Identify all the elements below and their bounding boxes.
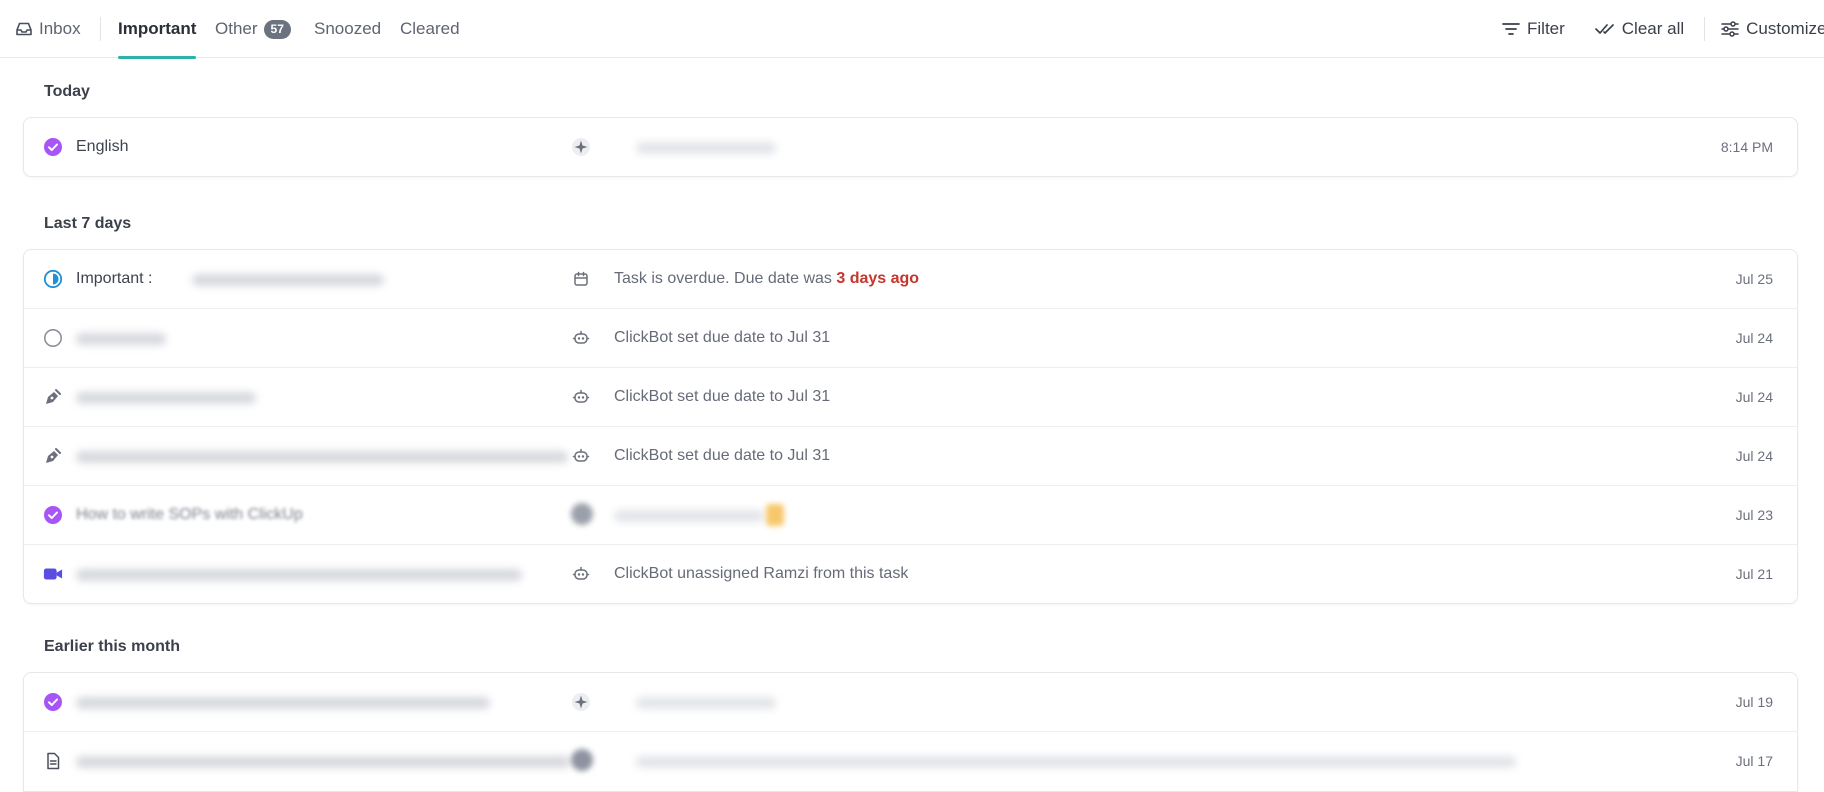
notification-date: Jul 17 xyxy=(1735,753,1773,769)
tab-important[interactable]: Important xyxy=(118,0,197,59)
redacted-title xyxy=(76,333,166,345)
notification-date: 8:14 PM xyxy=(1720,139,1773,155)
tab-other-label: Other xyxy=(215,19,258,38)
tab-snoozed-label: Snoozed xyxy=(314,19,382,38)
tab-inbox-label: Inbox xyxy=(39,19,81,38)
notification-date: Jul 19 xyxy=(1735,694,1773,710)
overdue-highlight: 3 days ago xyxy=(836,270,920,287)
task-title: Important : xyxy=(76,270,153,287)
robot-icon xyxy=(572,389,590,403)
tab-important-label: Important xyxy=(118,19,197,38)
activity-text: ClickBot set due date to Jul 31 xyxy=(614,447,831,464)
empty-circle-icon xyxy=(44,329,62,347)
section-title-today: Today xyxy=(44,83,90,100)
emoji xyxy=(766,504,784,526)
double-check-icon xyxy=(1594,24,1614,34)
notification-row[interactable]: ClickBot set due date to Jul 31 Jul 24 xyxy=(24,309,1797,368)
toolbar-actions: Filter Clear all Customize xyxy=(1502,0,1824,58)
sparkle-icon xyxy=(572,138,590,156)
inbox-toolbar: Inbox Important Other 57 Snoozed Cleared… xyxy=(0,0,1824,59)
notification-list-today: English 8:14 PM xyxy=(23,117,1798,177)
section-title-last-7-days: Last 7 days xyxy=(44,215,132,232)
pen-icon xyxy=(46,389,61,404)
notification-row[interactable]: Important : Task is overdue. Due date wa… xyxy=(24,250,1797,309)
filter-button[interactable]: Filter xyxy=(1502,19,1565,39)
redacted-title xyxy=(76,756,570,768)
other-count-badge: 57 xyxy=(263,19,291,39)
notification-list-last-7-days: Important : Task is overdue. Due date wa… xyxy=(23,249,1798,604)
divider xyxy=(100,17,101,41)
clear-all-label: Clear all xyxy=(1621,19,1685,38)
tab-inbox[interactable]: Inbox xyxy=(15,0,81,58)
notification-date: Jul 21 xyxy=(1735,566,1773,582)
notification-row[interactable]: ClickBot set due date to Jul 31 Jul 24 xyxy=(24,368,1797,427)
redacted-title xyxy=(76,697,490,709)
check-circle-icon xyxy=(44,506,62,524)
notification-row[interactable]: Jul 17 xyxy=(24,732,1797,790)
tab-cleared[interactable]: Cleared xyxy=(400,0,460,58)
filter-label: Filter xyxy=(1527,19,1565,38)
robot-icon xyxy=(572,566,590,580)
filter-icon xyxy=(1502,23,1520,35)
activity-text: ClickBot set due date to Jul 31 xyxy=(614,329,831,346)
notification-date: Jul 24 xyxy=(1735,389,1773,405)
customize-button[interactable]: Customize xyxy=(1721,19,1824,39)
tab-cleared-label: Cleared xyxy=(400,19,460,38)
redacted-title xyxy=(76,392,256,404)
pen-icon xyxy=(46,448,61,463)
check-circle-icon xyxy=(44,693,62,711)
task-title: How to write SOPs with ClickUp xyxy=(76,506,303,523)
robot-icon xyxy=(572,330,590,344)
check-circle-icon xyxy=(44,138,62,156)
activity-text: ClickBot set due date to Jul 31 xyxy=(614,388,831,405)
notification-date: Jul 23 xyxy=(1735,507,1773,523)
redacted-activity xyxy=(636,697,776,709)
half-circle-icon xyxy=(43,269,63,289)
section-title-earlier-this-month: Earlier this month xyxy=(44,638,181,655)
redacted-activity xyxy=(636,756,1516,768)
activity-prefix: Task is overdue. Due date was xyxy=(614,270,837,287)
document-icon xyxy=(47,752,60,770)
notification-row[interactable]: Jul 19 xyxy=(24,673,1797,732)
notification-date: Jul 24 xyxy=(1735,330,1773,346)
tab-snoozed[interactable]: Snoozed xyxy=(314,0,381,58)
redacted-title xyxy=(192,274,384,286)
notification-row[interactable]: ClickBot set due date to Jul 31 Jul 24 xyxy=(24,427,1797,486)
customize-label: Customize xyxy=(1746,19,1824,38)
activity-text: ClickBot unassigned Ramzi from this task xyxy=(614,565,909,582)
robot-icon xyxy=(572,448,590,462)
divider xyxy=(1704,17,1706,41)
notification-list-earlier: Jul 19 Jul 17 xyxy=(23,672,1798,792)
tab-other[interactable]: Other 57 xyxy=(215,0,291,58)
sliders-icon xyxy=(1721,21,1739,37)
avatar xyxy=(571,503,593,525)
notification-row[interactable]: English 8:14 PM xyxy=(24,118,1797,176)
avatar xyxy=(571,749,593,771)
notification-row[interactable]: How to write SOPs with ClickUp Jul 23 xyxy=(24,486,1797,545)
inbox-icon xyxy=(16,22,32,36)
notification-date: Jul 25 xyxy=(1735,271,1773,287)
video-icon xyxy=(43,568,63,580)
redacted-title xyxy=(76,451,568,463)
calendar-icon xyxy=(574,271,588,286)
sparkle-icon xyxy=(572,693,590,711)
task-title: English xyxy=(76,138,129,155)
redacted-title xyxy=(76,569,522,581)
redacted-activity xyxy=(614,510,764,522)
redacted-activity xyxy=(636,142,776,154)
activity-text: Task is overdue. Due date was 3 days ago xyxy=(614,250,919,308)
notification-row[interactable]: ClickBot unassigned Ramzi from this task… xyxy=(24,545,1797,603)
clear-all-button[interactable]: Clear all xyxy=(1594,19,1685,39)
notification-date: Jul 24 xyxy=(1735,448,1773,464)
